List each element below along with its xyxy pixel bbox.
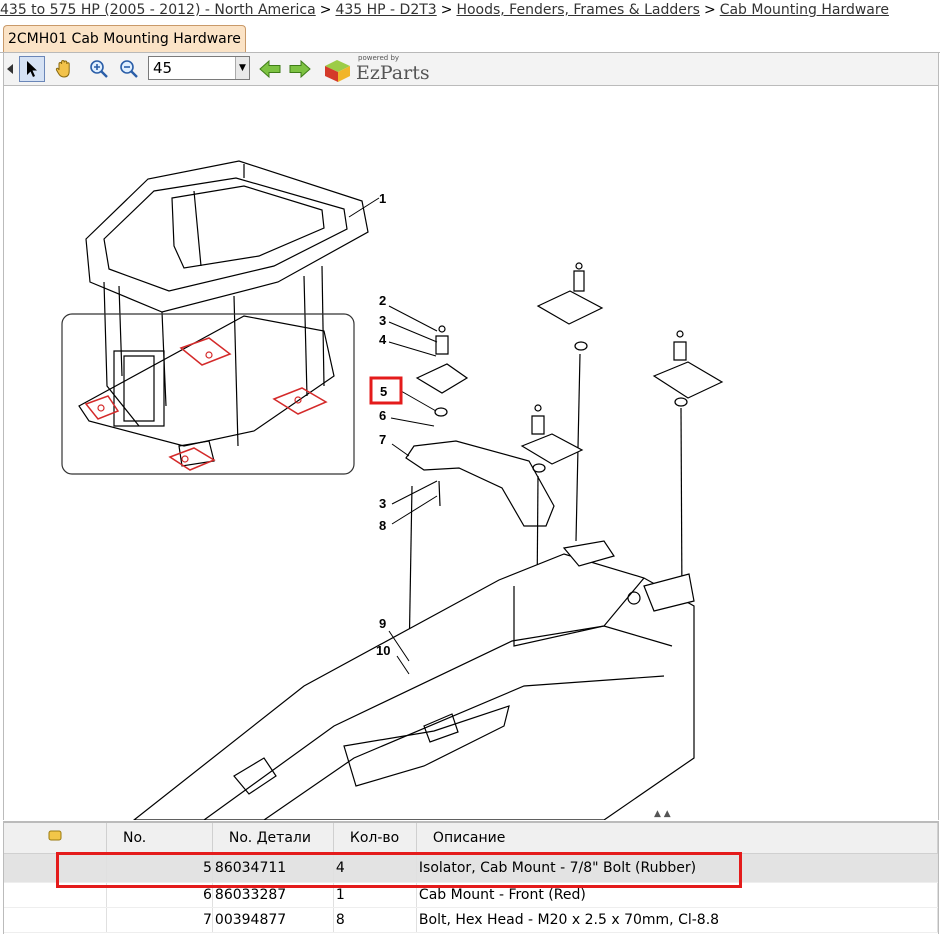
- callout-1[interactable]: 1: [379, 191, 386, 206]
- row-no: 7: [106, 907, 213, 933]
- column-header-qty[interactable]: Кол-во: [333, 823, 417, 854]
- exploded-parts-diagram[interactable]: 1 2 3 4 5 6 7 3 8 9 10 ▲ ▲: [4, 86, 938, 820]
- pan-tool-button[interactable]: [51, 56, 77, 82]
- breadcrumb-link-section[interactable]: Hoods, Fenders, Frames & Ladders: [456, 2, 700, 18]
- column-header-no[interactable]: No.: [106, 823, 213, 854]
- callout-10[interactable]: 10: [376, 643, 390, 658]
- row-note: [4, 907, 107, 933]
- viewer-toolbar: 45 ▼ powered by EzParts: [3, 53, 939, 86]
- arrow-left-icon: [259, 60, 281, 78]
- ezparts-logo: powered by EzParts: [322, 54, 432, 84]
- breadcrumb-separator: >: [319, 2, 332, 18]
- zoom-in-button[interactable]: [86, 56, 112, 82]
- parts-diagram-viewer[interactable]: 1 2 3 4 5 6 7 3 8 9 10 ▲ ▲: [3, 86, 939, 820]
- zoom-out-icon: [120, 60, 138, 78]
- callout-8[interactable]: 8: [379, 518, 386, 533]
- zoom-out-button[interactable]: [116, 56, 142, 82]
- callout-7[interactable]: 7: [379, 432, 386, 447]
- logo-powered-by: powered by: [358, 54, 400, 62]
- tab-cab-mounting-hardware[interactable]: 2CMH01 Cab Mounting Hardware: [3, 25, 246, 52]
- next-page-button[interactable]: [287, 56, 313, 82]
- arrow-right-icon: [289, 60, 311, 78]
- cube-icon: [325, 60, 350, 82]
- callout-2[interactable]: 2: [379, 293, 386, 308]
- previous-page-button[interactable]: [257, 56, 283, 82]
- row-qty: 8: [333, 907, 417, 933]
- scroll-up-arrows[interactable]: ▲ ▲: [654, 809, 671, 819]
- chevron-down-icon[interactable]: ▼: [235, 57, 249, 79]
- column-header-note[interactable]: [4, 823, 107, 854]
- row-desc: Bolt, Hex Head - M20 x 2.5 x 70mm, Cl-8.…: [416, 907, 938, 933]
- callout-5[interactable]: 5: [380, 384, 387, 399]
- column-header-desc[interactable]: Описание: [416, 823, 938, 854]
- breadcrumb-separator: >: [703, 2, 716, 18]
- table-row[interactable]: 7 00394877 8 Bolt, Hex Head - M20 x 2.5 …: [4, 907, 938, 933]
- callout-6[interactable]: 6: [379, 408, 386, 423]
- callout-4[interactable]: 4: [379, 332, 387, 347]
- breadcrumb-separator: >: [440, 2, 453, 18]
- callout-9[interactable]: 9: [379, 616, 386, 631]
- selected-row-highlight: [56, 852, 742, 888]
- toolbar-scroll-left-icon[interactable]: [4, 56, 16, 82]
- column-header-part[interactable]: No. Детали: [212, 823, 334, 854]
- zoom-in-icon: [90, 60, 108, 78]
- note-icon: [48, 830, 62, 841]
- breadcrumb-link-page[interactable]: Cab Mounting Hardware: [720, 2, 889, 18]
- callout-3b[interactable]: 3: [379, 496, 386, 511]
- zoom-level-select[interactable]: 45 ▼: [148, 56, 250, 80]
- parts-table-header: No. No. Детали Кол-во Описание: [4, 823, 938, 854]
- tab-bar: 2CMH01 Cab Mounting Hardware: [0, 24, 940, 53]
- callout-3[interactable]: 3: [379, 313, 386, 328]
- breadcrumb-link-engine[interactable]: 435 HP - D2T3: [335, 2, 436, 18]
- pointer-icon: [27, 61, 37, 77]
- hand-icon: [55, 59, 70, 78]
- select-tool-button[interactable]: [19, 56, 45, 82]
- zoom-level-value: 45: [153, 59, 173, 77]
- logo-name: EzParts: [356, 62, 430, 84]
- row-part: 00394877: [212, 907, 334, 933]
- breadcrumb-link-model[interactable]: 435 to 575 HP (2005 - 2012) - North Amer…: [0, 2, 316, 18]
- breadcrumb: 435 to 575 HP (2005 - 2012) - North Amer…: [0, 0, 940, 22]
